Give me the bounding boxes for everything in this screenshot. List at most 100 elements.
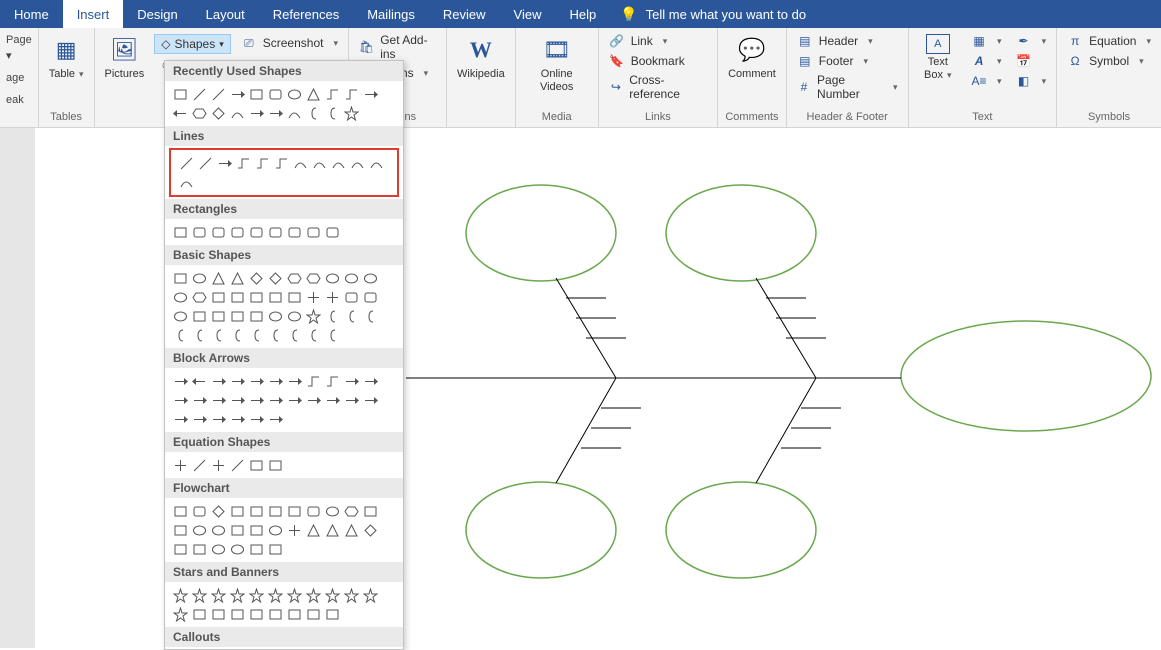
shape-curve[interactable]: [367, 154, 385, 172]
shape-rrect[interactable]: [247, 223, 265, 241]
shape-ellipse[interactable]: [285, 307, 303, 325]
shape-star[interactable]: [304, 586, 322, 604]
shape-arrow[interactable]: [285, 372, 303, 390]
shape-ellipse[interactable]: [228, 540, 246, 558]
shape-arrow[interactable]: [190, 410, 208, 428]
shape-arrow[interactable]: [323, 391, 341, 409]
shape-tri[interactable]: [228, 269, 246, 287]
shape-arrow[interactable]: [190, 391, 208, 409]
shape-line[interactable]: [190, 456, 208, 474]
tell-me[interactable]: 💡 Tell me what you want to do: [610, 0, 816, 28]
shape-curve[interactable]: [329, 154, 347, 172]
shape-arrow[interactable]: [209, 391, 227, 409]
shape-star[interactable]: [247, 586, 265, 604]
tab-home[interactable]: Home: [0, 0, 63, 28]
shape-arrow[interactable]: [285, 391, 303, 409]
shape-conn[interactable]: [304, 372, 322, 390]
shape-line[interactable]: [190, 85, 208, 103]
shape-larrow[interactable]: [171, 104, 189, 122]
shape-brace[interactable]: [285, 326, 303, 344]
shape-rect[interactable]: [228, 521, 246, 539]
shape-plus[interactable]: [304, 288, 322, 306]
blank-page-partial[interactable]: age: [6, 70, 24, 86]
shape-star[interactable]: [285, 586, 303, 604]
shape-brace[interactable]: [342, 307, 360, 325]
shape-rrect[interactable]: [361, 288, 379, 306]
shape-rect[interactable]: [190, 605, 208, 623]
shape-rect[interactable]: [171, 269, 189, 287]
get-addins-button[interactable]: 🛍 Get Add-ins: [355, 32, 440, 62]
shape-star[interactable]: [171, 586, 189, 604]
shape-larrow[interactable]: [190, 372, 208, 390]
shape-star[interactable]: [171, 605, 189, 623]
shape-line[interactable]: [228, 456, 246, 474]
cover-page-partial[interactable]: Page ▾: [6, 32, 32, 64]
shape-tri[interactable]: [304, 85, 322, 103]
shape-rrect[interactable]: [342, 288, 360, 306]
shape-arrow[interactable]: [209, 372, 227, 390]
shape-ellipse[interactable]: [209, 521, 227, 539]
shape-rect[interactable]: [247, 605, 265, 623]
equation-button[interactable]: π Equation: [1063, 32, 1155, 50]
header-button[interactable]: ▤ Header: [793, 32, 902, 50]
shape-curve[interactable]: [177, 173, 195, 191]
shape-ellipse[interactable]: [190, 521, 208, 539]
shape-rect[interactable]: [247, 521, 265, 539]
shape-arrow[interactable]: [361, 372, 379, 390]
shape-brace[interactable]: [209, 326, 227, 344]
shape-plus[interactable]: [285, 521, 303, 539]
shape-curve[interactable]: [228, 104, 246, 122]
shape-arrow[interactable]: [171, 372, 189, 390]
shape-rrect[interactable]: [228, 223, 246, 241]
shape-line[interactable]: [196, 154, 214, 172]
shapes-button[interactable]: ◇ Shapes ▾: [154, 34, 230, 54]
shape-arrow[interactable]: [215, 154, 233, 172]
shape-conn[interactable]: [234, 154, 252, 172]
shape-rect[interactable]: [247, 540, 265, 558]
shape-ellipse[interactable]: [285, 85, 303, 103]
shape-arrow[interactable]: [266, 391, 284, 409]
page-break-partial[interactable]: eak: [6, 92, 24, 108]
shape-arrow[interactable]: [266, 372, 284, 390]
shape-rect[interactable]: [228, 288, 246, 306]
shape-brace[interactable]: [361, 307, 379, 325]
online-video-button[interactable]: 🎞 Online Videos: [522, 32, 592, 96]
shape-rrect[interactable]: [190, 223, 208, 241]
shape-rect[interactable]: [171, 540, 189, 558]
shape-star[interactable]: [228, 586, 246, 604]
table-button[interactable]: ▦ Table: [45, 32, 88, 83]
shape-rect[interactable]: [285, 605, 303, 623]
object-button[interactable]: ◧: [1012, 72, 1051, 90]
shape-diamond[interactable]: [247, 269, 265, 287]
tab-mailings[interactable]: Mailings: [353, 0, 429, 28]
tab-help[interactable]: Help: [555, 0, 610, 28]
shape-brace[interactable]: [171, 326, 189, 344]
shape-rect[interactable]: [247, 307, 265, 325]
shape-ellipse[interactable]: [266, 521, 284, 539]
shape-rect[interactable]: [285, 288, 303, 306]
shape-rrect[interactable]: [323, 223, 341, 241]
shape-conn[interactable]: [323, 372, 341, 390]
shape-star[interactable]: [304, 307, 322, 325]
shape-hex[interactable]: [342, 502, 360, 520]
shape-arrow[interactable]: [247, 372, 265, 390]
shape-rect[interactable]: [190, 307, 208, 325]
pictures-button[interactable]: 🖼 Pictures: [101, 32, 149, 83]
datetime-button[interactable]: 📅: [1012, 52, 1051, 70]
shape-rect[interactable]: [266, 605, 284, 623]
shape-arrow[interactable]: [266, 104, 284, 122]
shape-rect[interactable]: [266, 502, 284, 520]
shape-ellipse[interactable]: [171, 288, 189, 306]
shape-ellipse[interactable]: [171, 307, 189, 325]
shape-arrow[interactable]: [266, 410, 284, 428]
shape-arrow[interactable]: [247, 410, 265, 428]
crossref-button[interactable]: ↪ Cross-reference: [605, 72, 711, 102]
link-button[interactable]: 🔗 Link: [605, 32, 711, 50]
shape-rrect[interactable]: [266, 223, 284, 241]
comment-button[interactable]: 💬 Comment: [724, 32, 780, 83]
shape-rect[interactable]: [247, 502, 265, 520]
shape-brace[interactable]: [266, 326, 284, 344]
shape-rect[interactable]: [209, 288, 227, 306]
shape-rect[interactable]: [171, 502, 189, 520]
quickparts-button[interactable]: ▦: [967, 32, 1006, 50]
